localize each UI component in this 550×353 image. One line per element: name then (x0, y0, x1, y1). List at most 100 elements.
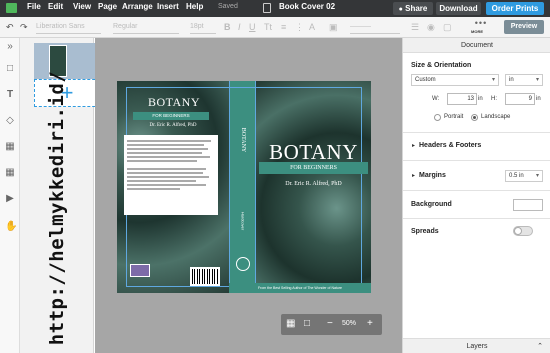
shapes-icon[interactable]: ◇ (5, 116, 15, 126)
layers-bar[interactable]: Layers ⌃ (403, 338, 550, 353)
divider (403, 190, 550, 191)
margin-select[interactable]: 0.5 in ▾ (505, 170, 543, 182)
menu-edit[interactable]: Edit (48, 2, 63, 11)
font-weight-select[interactable]: Regular (113, 21, 179, 34)
more-icon: ••• (474, 18, 488, 28)
menu-arrange[interactable]: Arrange (122, 2, 153, 11)
menu-view[interactable]: View (73, 2, 91, 11)
italic-icon[interactable]: I (238, 21, 241, 33)
tagline-strip[interactable]: From the Best Selling Author of The Wond… (229, 283, 371, 293)
text-tool-icon[interactable]: T (5, 90, 15, 100)
caret-right-icon[interactable]: ▸ (412, 172, 415, 179)
blurb-line (127, 148, 208, 150)
margins-heading[interactable]: Margins (419, 172, 446, 179)
back-cover-blurb[interactable] (124, 135, 218, 215)
stroke-style-select[interactable]: ——— (350, 21, 400, 34)
background-heading: Background (411, 201, 452, 208)
canvas-area[interactable]: BOTANY FOR BEGINNERS Dr. Eric R. Alfred,… (95, 38, 402, 353)
video-icon[interactable]: ▶ (5, 194, 15, 204)
menu-file[interactable]: File (27, 2, 41, 11)
line-style-icon: ——— (350, 23, 371, 30)
portrait-radio[interactable] (434, 114, 441, 121)
tool-rail: » □ T ◇ ▦ ▦ ▶ ✋ (0, 38, 20, 353)
preview-button[interactable]: Preview (504, 20, 544, 34)
bold-icon[interactable]: B (224, 21, 231, 33)
list-icon[interactable]: ⋮ (295, 21, 304, 33)
width-input[interactable]: 13 (447, 93, 477, 105)
align-icon[interactable]: ≡ (281, 21, 286, 33)
toggle-knob (514, 227, 522, 235)
underline-icon[interactable]: U (249, 21, 256, 33)
back-cover-author[interactable]: Dr. Eric R. Alfred, PhD (137, 123, 209, 128)
order-prints-button[interactable]: Order Prints (486, 2, 544, 15)
app-window: File Edit View Page Arrange Insert Help … (0, 0, 550, 353)
fit-icon[interactable]: ▦ (286, 318, 295, 330)
hand-icon[interactable]: ✋ (5, 222, 17, 232)
font-size-select[interactable]: 18pt (190, 21, 216, 34)
collapse-icon[interactable]: » (5, 42, 15, 52)
blurb-line (127, 176, 209, 178)
width-unit: in (478, 96, 483, 102)
background-color-swatch[interactable] (513, 199, 543, 211)
back-cover-subtitle[interactable]: FOR BEGINNERS (133, 112, 209, 120)
document-icon (263, 3, 271, 13)
caret-right-icon[interactable]: ▸ (412, 142, 415, 149)
landscape-radio[interactable] (471, 114, 478, 121)
divider (403, 160, 550, 161)
zoom-out-button[interactable]: − (327, 318, 333, 330)
menu-page[interactable]: Page (98, 2, 117, 11)
height-input[interactable]: 9 (505, 93, 535, 105)
expand-icon[interactable]: ⌃ (537, 339, 543, 353)
blurb-line (127, 160, 198, 162)
spreads-toggle[interactable] (513, 226, 533, 236)
size-preset-select[interactable]: Custom ▾ (411, 74, 499, 86)
redo-icon[interactable]: ↷ (20, 21, 28, 33)
headers-footers-heading[interactable]: Headers & Footers (419, 142, 481, 149)
download-button[interactable]: Download (436, 2, 481, 15)
zoom-level: 50% (342, 320, 357, 327)
blurb-line (127, 172, 203, 174)
book-cover[interactable]: BOTANY FOR BEGINNERS Dr. Eric R. Alfred,… (117, 81, 371, 293)
table-icon[interactable]: ▦ (5, 168, 15, 178)
chevron-down-icon: ▾ (491, 77, 495, 83)
spine-title[interactable]: BOTANY (230, 85, 255, 195)
stroke-width-icon[interactable]: ☰ (411, 21, 419, 33)
more-button[interactable]: ••• MORE (471, 19, 491, 36)
shadow-icon[interactable]: ▢ (443, 21, 452, 33)
page-icon[interactable]: □ (5, 64, 15, 74)
comment-icon[interactable]: □ (304, 318, 310, 330)
front-cover-subtitle[interactable]: FOR BEGINNERS (259, 162, 368, 174)
text-color-icon[interactable]: A (309, 21, 315, 33)
font-family-select[interactable]: Liberation Sans (36, 21, 101, 34)
blurb-line (127, 156, 210, 158)
image-icon[interactable]: ▦ (5, 142, 15, 152)
unit-select[interactable]: in ▾ (505, 74, 543, 86)
height-unit: in (536, 96, 541, 102)
opacity-icon[interactable]: ◉ (427, 21, 435, 33)
blurb-line (127, 188, 180, 190)
front-cover-author[interactable]: Dr. Eric R. Alfred, PhD (256, 181, 371, 187)
spine-logo-icon[interactable] (236, 257, 250, 271)
divider (403, 218, 550, 219)
zoom-in-button[interactable]: + (367, 318, 373, 330)
undo-icon[interactable]: ↶ (6, 21, 14, 33)
properties-panel: Document Size & Orientation Custom ▾ in … (402, 38, 550, 353)
blurb-line (127, 180, 196, 182)
format-toolbar: ↶ ↷ Liberation Sans Regular 18pt B I U T… (0, 17, 550, 38)
document-title[interactable]: Book Cover 02 (279, 2, 335, 11)
back-cover-title[interactable]: BOTANY (139, 95, 209, 110)
layers-label: Layers (466, 343, 488, 350)
barcode[interactable] (190, 267, 220, 286)
menu-insert[interactable]: Insert (157, 2, 179, 11)
publisher-badge[interactable] (130, 264, 150, 277)
menu-help[interactable]: Help (186, 2, 203, 11)
font-family-value: Liberation Sans (36, 23, 85, 30)
spine-subtitle[interactable]: Hardcover (230, 196, 255, 246)
spreads-heading: Spreads (411, 228, 439, 235)
text-case-icon[interactable]: Tt (264, 21, 272, 33)
blurb-line (127, 140, 211, 142)
folder-icon[interactable] (6, 3, 17, 13)
height-label: H: (491, 96, 497, 102)
fill-color-icon[interactable]: ▣ (329, 21, 338, 33)
share-button[interactable]: ● Share (393, 2, 433, 15)
